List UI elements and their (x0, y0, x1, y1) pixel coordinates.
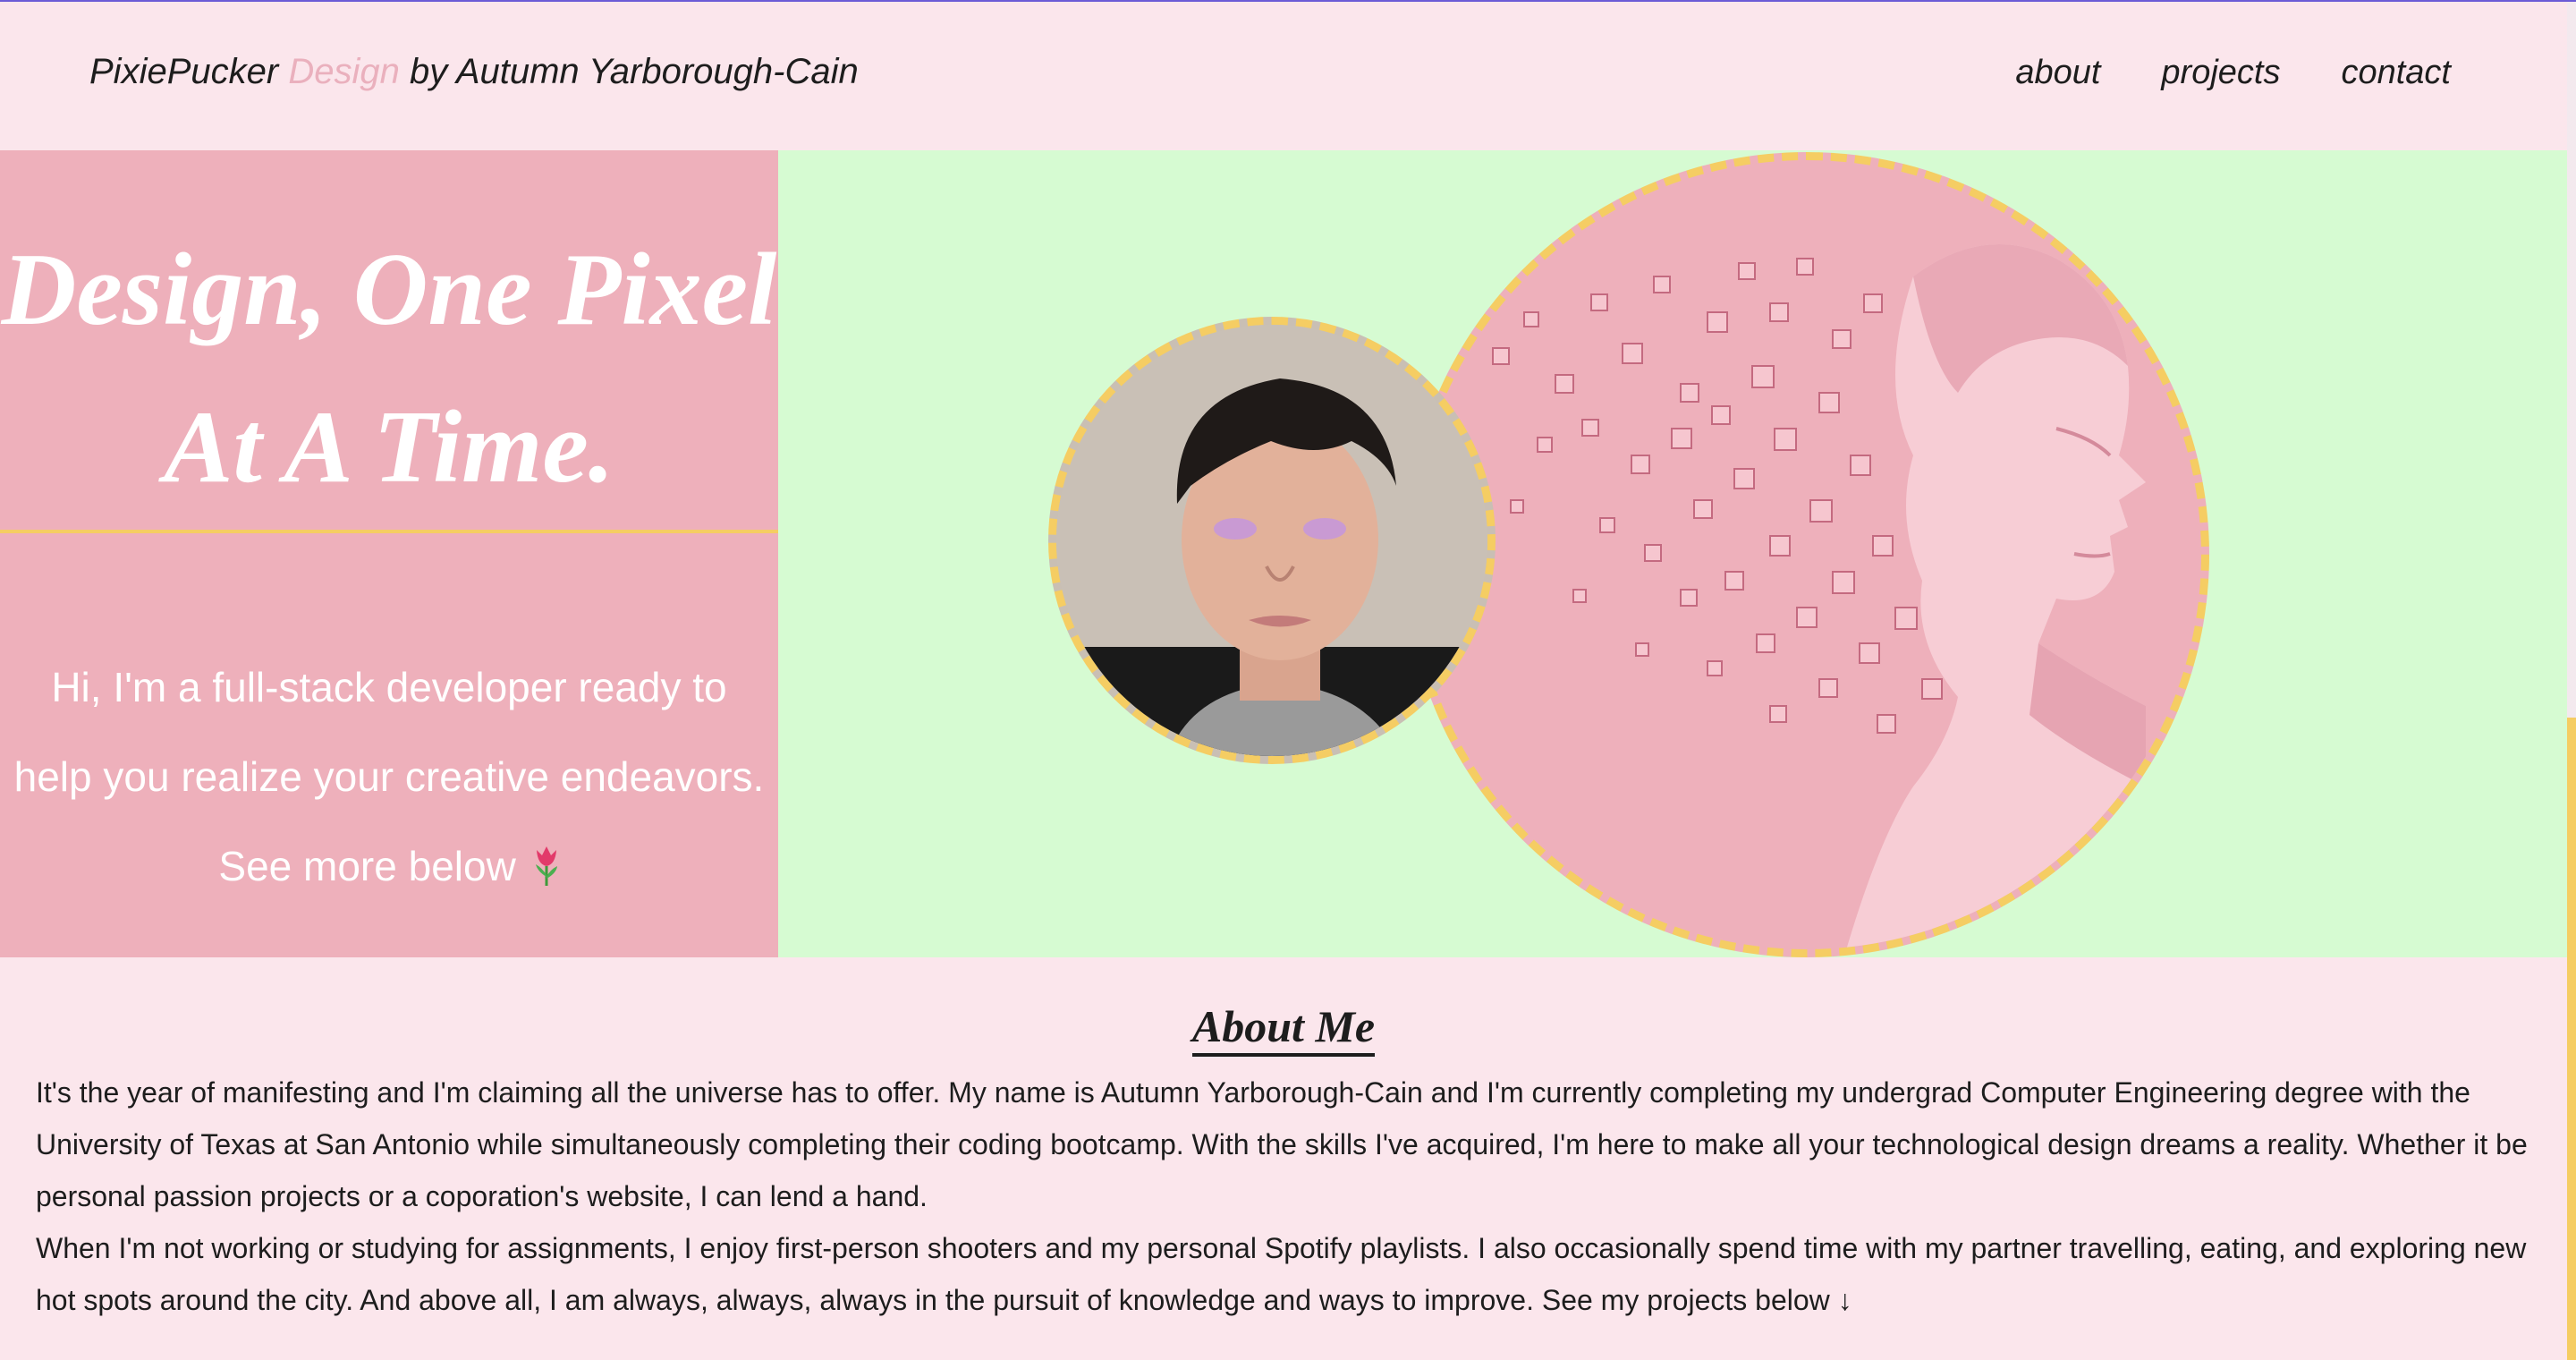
hero-divider (0, 530, 778, 533)
site-brand[interactable]: PixiePucker Design by Autumn Yarborough-… (89, 52, 859, 92)
statue-image (1404, 152, 2209, 957)
brand-name: PixiePucker (89, 52, 289, 91)
brand-accent: Design (288, 52, 400, 91)
nav-link-contact[interactable]: contact (2341, 54, 2451, 92)
scrollbar-track[interactable] (2567, 2, 2576, 1360)
nav-link-about[interactable]: about (2015, 54, 2100, 92)
profile-photo (1048, 317, 1496, 764)
hero-title: Design, One Pixel At A Time. (1, 233, 777, 505)
hero-intro: Hi, I'm a full-stack developer ready to … (13, 642, 766, 911)
brand-author: by Autumn Yarborough-Cain (399, 52, 859, 91)
scrollbar-thumb[interactable] (2567, 718, 2576, 1360)
hero-section: Design, One Pixel At A Time. Hi, I'm a f… (0, 150, 2576, 957)
about-paragraph-1: It's the year of manifesting and I'm cla… (36, 1076, 2528, 1212)
hero-text-panel: Design, One Pixel At A Time. Hi, I'm a f… (0, 150, 778, 957)
site-header: PixiePucker Design by Autumn Yarborough-… (0, 2, 2576, 150)
about-section: About Me It's the year of manifesting an… (0, 957, 2576, 1360)
about-body: It's the year of manifesting and I'm cla… (36, 1067, 2531, 1326)
hero-intro-text: Hi, I'm a full-stack developer ready to … (13, 664, 765, 889)
about-heading-text: About Me (1191, 1001, 1376, 1057)
about-heading: About Me (0, 1000, 2567, 1057)
page: PixiePucker Design by Autumn Yarborough-… (0, 0, 2576, 1360)
nav-link-projects[interactable]: projects (2161, 54, 2280, 92)
about-paragraph-2: When I'm not working or studying for ass… (36, 1232, 2527, 1316)
main-nav: about projects contact (2015, 54, 2451, 92)
tulip-icon (533, 827, 560, 886)
